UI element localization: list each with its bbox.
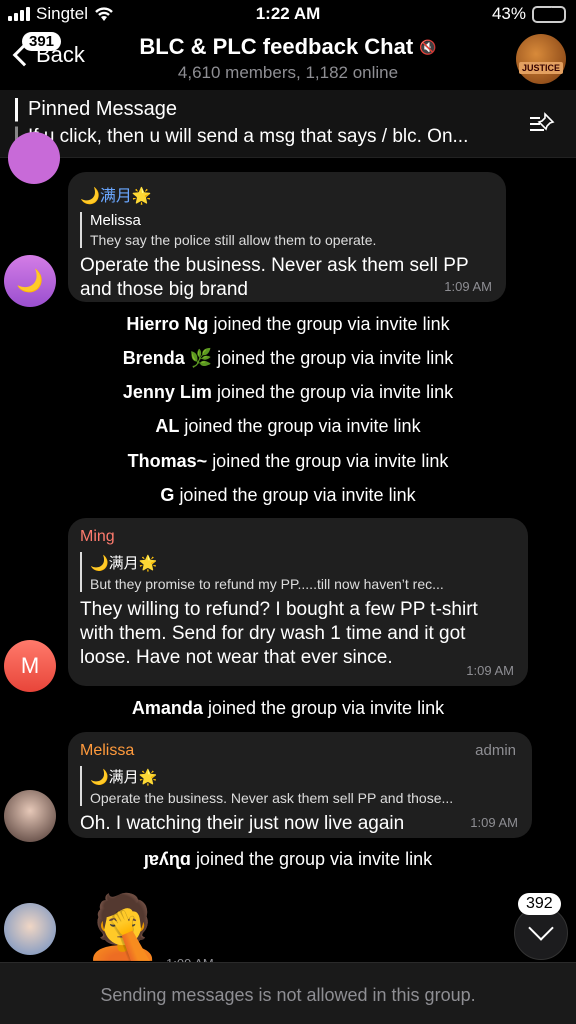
- reply-text: They say the police still allow them to …: [90, 232, 377, 248]
- chat-title-area[interactable]: BLC & PLC feedback Chat 🔇 4,610 members, …: [0, 34, 576, 83]
- pinned-title: Pinned Message: [28, 98, 177, 120]
- avatar[interactable]: [8, 132, 60, 184]
- reply-name: 🌙满月🌟: [90, 769, 158, 786]
- avatar-initial: M: [20, 653, 40, 678]
- message-text: Operate the business. Never ask them sel…: [80, 255, 469, 300]
- system-message: Thomas~ joined the group via invite link: [0, 451, 576, 472]
- status-bar: Singtel 1:22 AM 43% ⚡: [0, 0, 576, 30]
- message-text: They willing to refund? I bought a few P…: [80, 599, 478, 668]
- sender-name[interactable]: Melissa: [80, 742, 520, 760]
- bolt-icon: ⚡: [543, 4, 553, 21]
- joined-user[interactable]: AL: [155, 416, 179, 436]
- reply-name: 🌙满月🌟: [90, 555, 158, 572]
- clock: 1:22 AM: [255, 4, 321, 23]
- reply-quote[interactable]: Melissa They say the police still allow …: [80, 212, 494, 248]
- sender-name[interactable]: Ming: [80, 528, 516, 546]
- system-text: joined the group via invite link: [212, 451, 449, 471]
- joined-user[interactable]: Amanda: [132, 698, 203, 718]
- group-avatar[interactable]: JUSTICE: [516, 34, 566, 84]
- pinned-text: If u click, then u will send a msg that …: [28, 126, 469, 147]
- chat-header: Back 391 BLC & PLC feedback Chat 🔇 4,610 …: [0, 30, 576, 90]
- message-bubble[interactable]: 🌙满月🌟 Melissa They say the police still a…: [68, 172, 506, 302]
- avatar[interactable]: [4, 790, 56, 842]
- message-time: 1:09 AM: [470, 815, 518, 830]
- avatar[interactable]: 🌙: [4, 255, 56, 307]
- battery-percent: 43%: [491, 4, 526, 23]
- chat-title: BLC & PLC feedback Chat 🔇: [139, 34, 436, 60]
- joined-user[interactable]: Brenda 🌿: [123, 348, 212, 368]
- message-time: 1:09 AM: [466, 663, 514, 678]
- chevron-down-icon: [528, 915, 554, 941]
- system-text: joined the group via invite link: [217, 348, 454, 368]
- message-bubble[interactable]: Ming 🌙满月🌟 But they promise to refund my …: [68, 518, 528, 686]
- system-message: G joined the group via invite link: [0, 485, 576, 506]
- avatar-moon: 🌙: [16, 268, 44, 293]
- system-message: Amanda joined the group via invite link: [0, 698, 576, 719]
- joined-user[interactable]: Thomas~: [128, 451, 208, 471]
- avatar[interactable]: M: [4, 640, 56, 692]
- system-text: joined the group via invite link: [216, 382, 454, 402]
- avatar[interactable]: [4, 903, 56, 955]
- system-message: Brenda 🌿 joined the group via invite lin…: [0, 348, 576, 369]
- reply-quote[interactable]: 🌙满月🌟 Operate the business. Never ask the…: [80, 766, 520, 806]
- reply-name: Melissa: [90, 212, 141, 229]
- reply-text: Operate the business. Never ask them sel…: [90, 790, 454, 806]
- battery: 43% ⚡: [492, 4, 566, 24]
- unread-count-badge: 392: [518, 893, 561, 915]
- sticker[interactable]: 🤦: [84, 892, 161, 964]
- joined-user[interactable]: G: [160, 485, 174, 505]
- system-message: Hierro Ng joined the group via invite li…: [0, 314, 576, 335]
- group-avatar-label: JUSTICE: [518, 62, 563, 74]
- system-text: joined the group via invite link: [213, 314, 450, 334]
- system-message: Jenny Lim joined the group via invite li…: [0, 382, 576, 403]
- system-text: joined the group via invite link: [207, 698, 445, 718]
- chat-subtitle: 4,610 members, 1,182 online: [177, 63, 399, 82]
- system-text: joined the group via invite link: [195, 849, 433, 869]
- joined-user[interactable]: Jenny Lim: [123, 382, 212, 402]
- system-message: ȷɐʎɳɑ joined the group via invite link: [0, 849, 576, 870]
- joined-user[interactable]: ȷɐʎɳɑ: [144, 849, 191, 869]
- battery-icon: ⚡: [532, 4, 566, 23]
- system-message: AL joined the group via invite link: [0, 416, 576, 437]
- message-text: Oh. I watching their just now live again: [80, 813, 405, 834]
- reply-text: But they promise to refund my PP.....til…: [90, 576, 444, 592]
- system-text: joined the group via invite link: [179, 485, 416, 505]
- admin-badge: admin: [475, 742, 516, 759]
- message-bubble[interactable]: Melissa admin 🌙满月🌟 Operate the business.…: [68, 732, 532, 838]
- pin-list-icon[interactable]: [528, 112, 556, 134]
- system-text: joined the group via invite link: [184, 416, 421, 436]
- input-disabled-notice: Sending messages is not allowed in this …: [0, 962, 576, 1024]
- message-time: 1:09 AM: [444, 279, 492, 294]
- joined-user[interactable]: Hierro Ng: [126, 314, 208, 334]
- pinned-message-bar[interactable]: Pinned Message If u click, then u will s…: [0, 90, 576, 158]
- sender-name[interactable]: 🌙满月🌟: [80, 182, 494, 206]
- chat-title-text: BLC & PLC feedback Chat: [139, 34, 414, 59]
- mute-icon: 🔇: [419, 38, 437, 55]
- reply-quote[interactable]: 🌙满月🌟 But they promise to refund my PP...…: [80, 552, 516, 592]
